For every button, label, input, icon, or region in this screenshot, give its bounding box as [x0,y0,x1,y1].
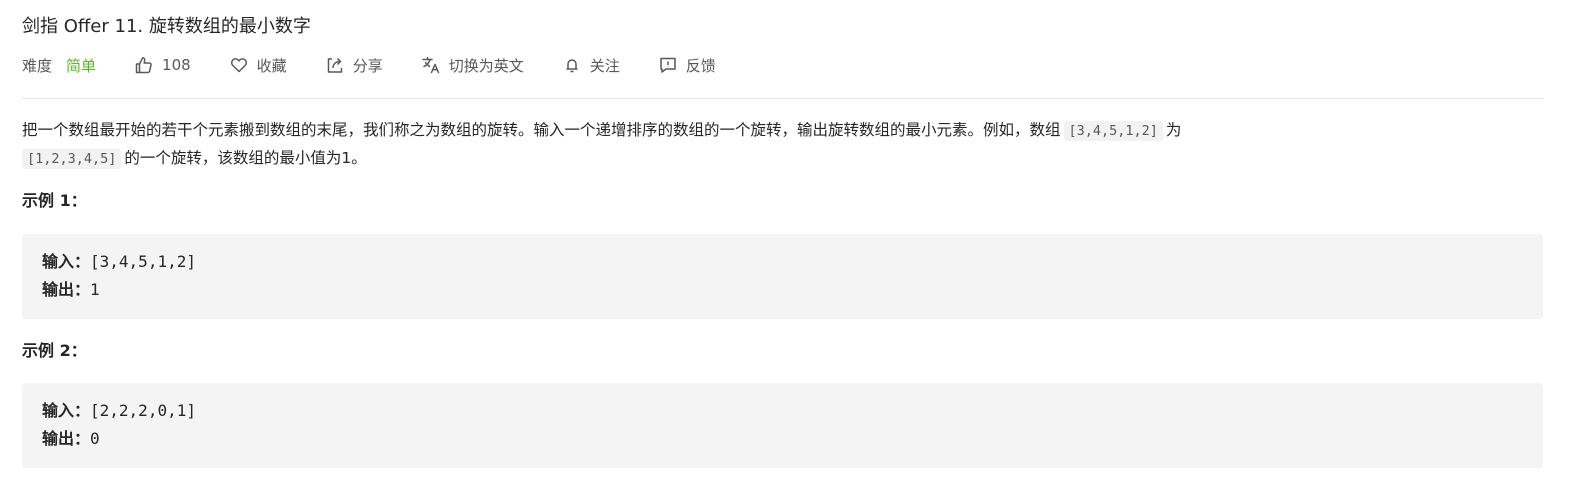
difficulty-label: 难度 [22,56,53,75]
input-label: 输入： [42,401,91,420]
example-1-box: 输入：[3,4,5,1,2] 输出：1 [22,234,1543,319]
follow-button[interactable]: 关注 [562,55,620,76]
share-icon [325,55,345,75]
example-2-input: 输入：[2,2,2,0,1] [42,397,1523,425]
problem-page: 剑指 Offer 11. 旋转数组的最小数字 难度 简单 108 收藏 分享 切… [0,0,1569,487]
description-text-1: 把一个数组最开始的若干个元素搬到数组的末尾，我们称之为数组的旋转。输入一个递增排… [22,121,1061,139]
like-button[interactable]: 108 [134,55,191,75]
feedback-label: 反馈 [685,56,716,75]
input-value: [3,4,5,1,2] [90,252,196,271]
heart-icon [229,55,249,75]
difficulty: 难度 简单 [22,55,96,76]
switch-language-button[interactable]: 切换为英文 [421,55,524,76]
share-button[interactable]: 分享 [325,55,383,76]
description-text-2: 为 [1165,121,1182,139]
problem-toolbar: 难度 简单 108 收藏 分享 切换为英文 关注 反馈 [22,52,754,78]
bell-icon [562,55,582,75]
translate-icon [421,55,441,75]
output-label: 输出： [42,280,91,299]
example-1-input: 输入：[3,4,5,1,2] [42,248,1523,276]
problem-description: 把一个数组最开始的若干个元素搬到数组的末尾，我们称之为数组的旋转。输入一个递增排… [22,117,1462,173]
share-label: 分享 [352,56,383,75]
input-value: [2,2,2,0,1] [90,401,196,420]
output-value: 1 [90,280,100,299]
input-label: 输入： [42,252,91,271]
description-text-3: 的一个旋转，该数组的最小值为1。 [124,149,367,167]
example-2-box: 输入：[2,2,2,0,1] 输出：0 [22,383,1543,468]
output-value: 0 [90,429,100,448]
example-1-title: 示例 1： [22,191,87,210]
problem-title: 剑指 Offer 11. 旋转数组的最小数字 [22,16,311,37]
feedback-icon [658,55,678,75]
difficulty-value: 简单 [66,56,97,75]
follow-label: 关注 [589,56,620,75]
example-1-output: 输出：1 [42,276,1523,304]
divider [22,98,1543,99]
favorite-button[interactable]: 收藏 [229,55,287,76]
output-label: 输出： [42,429,91,448]
feedback-button[interactable]: 反馈 [658,55,716,76]
switch-language-label: 切换为英文 [448,56,524,75]
example-2-title: 示例 2： [22,341,87,360]
inline-code-1: [3,4,5,1,2] [1063,121,1163,141]
like-count: 108 [162,56,191,74]
favorite-label: 收藏 [256,56,287,75]
inline-code-2: [1,2,3,4,5] [22,149,122,169]
thumbs-up-icon [134,55,154,75]
example-2-output: 输出：0 [42,425,1523,453]
